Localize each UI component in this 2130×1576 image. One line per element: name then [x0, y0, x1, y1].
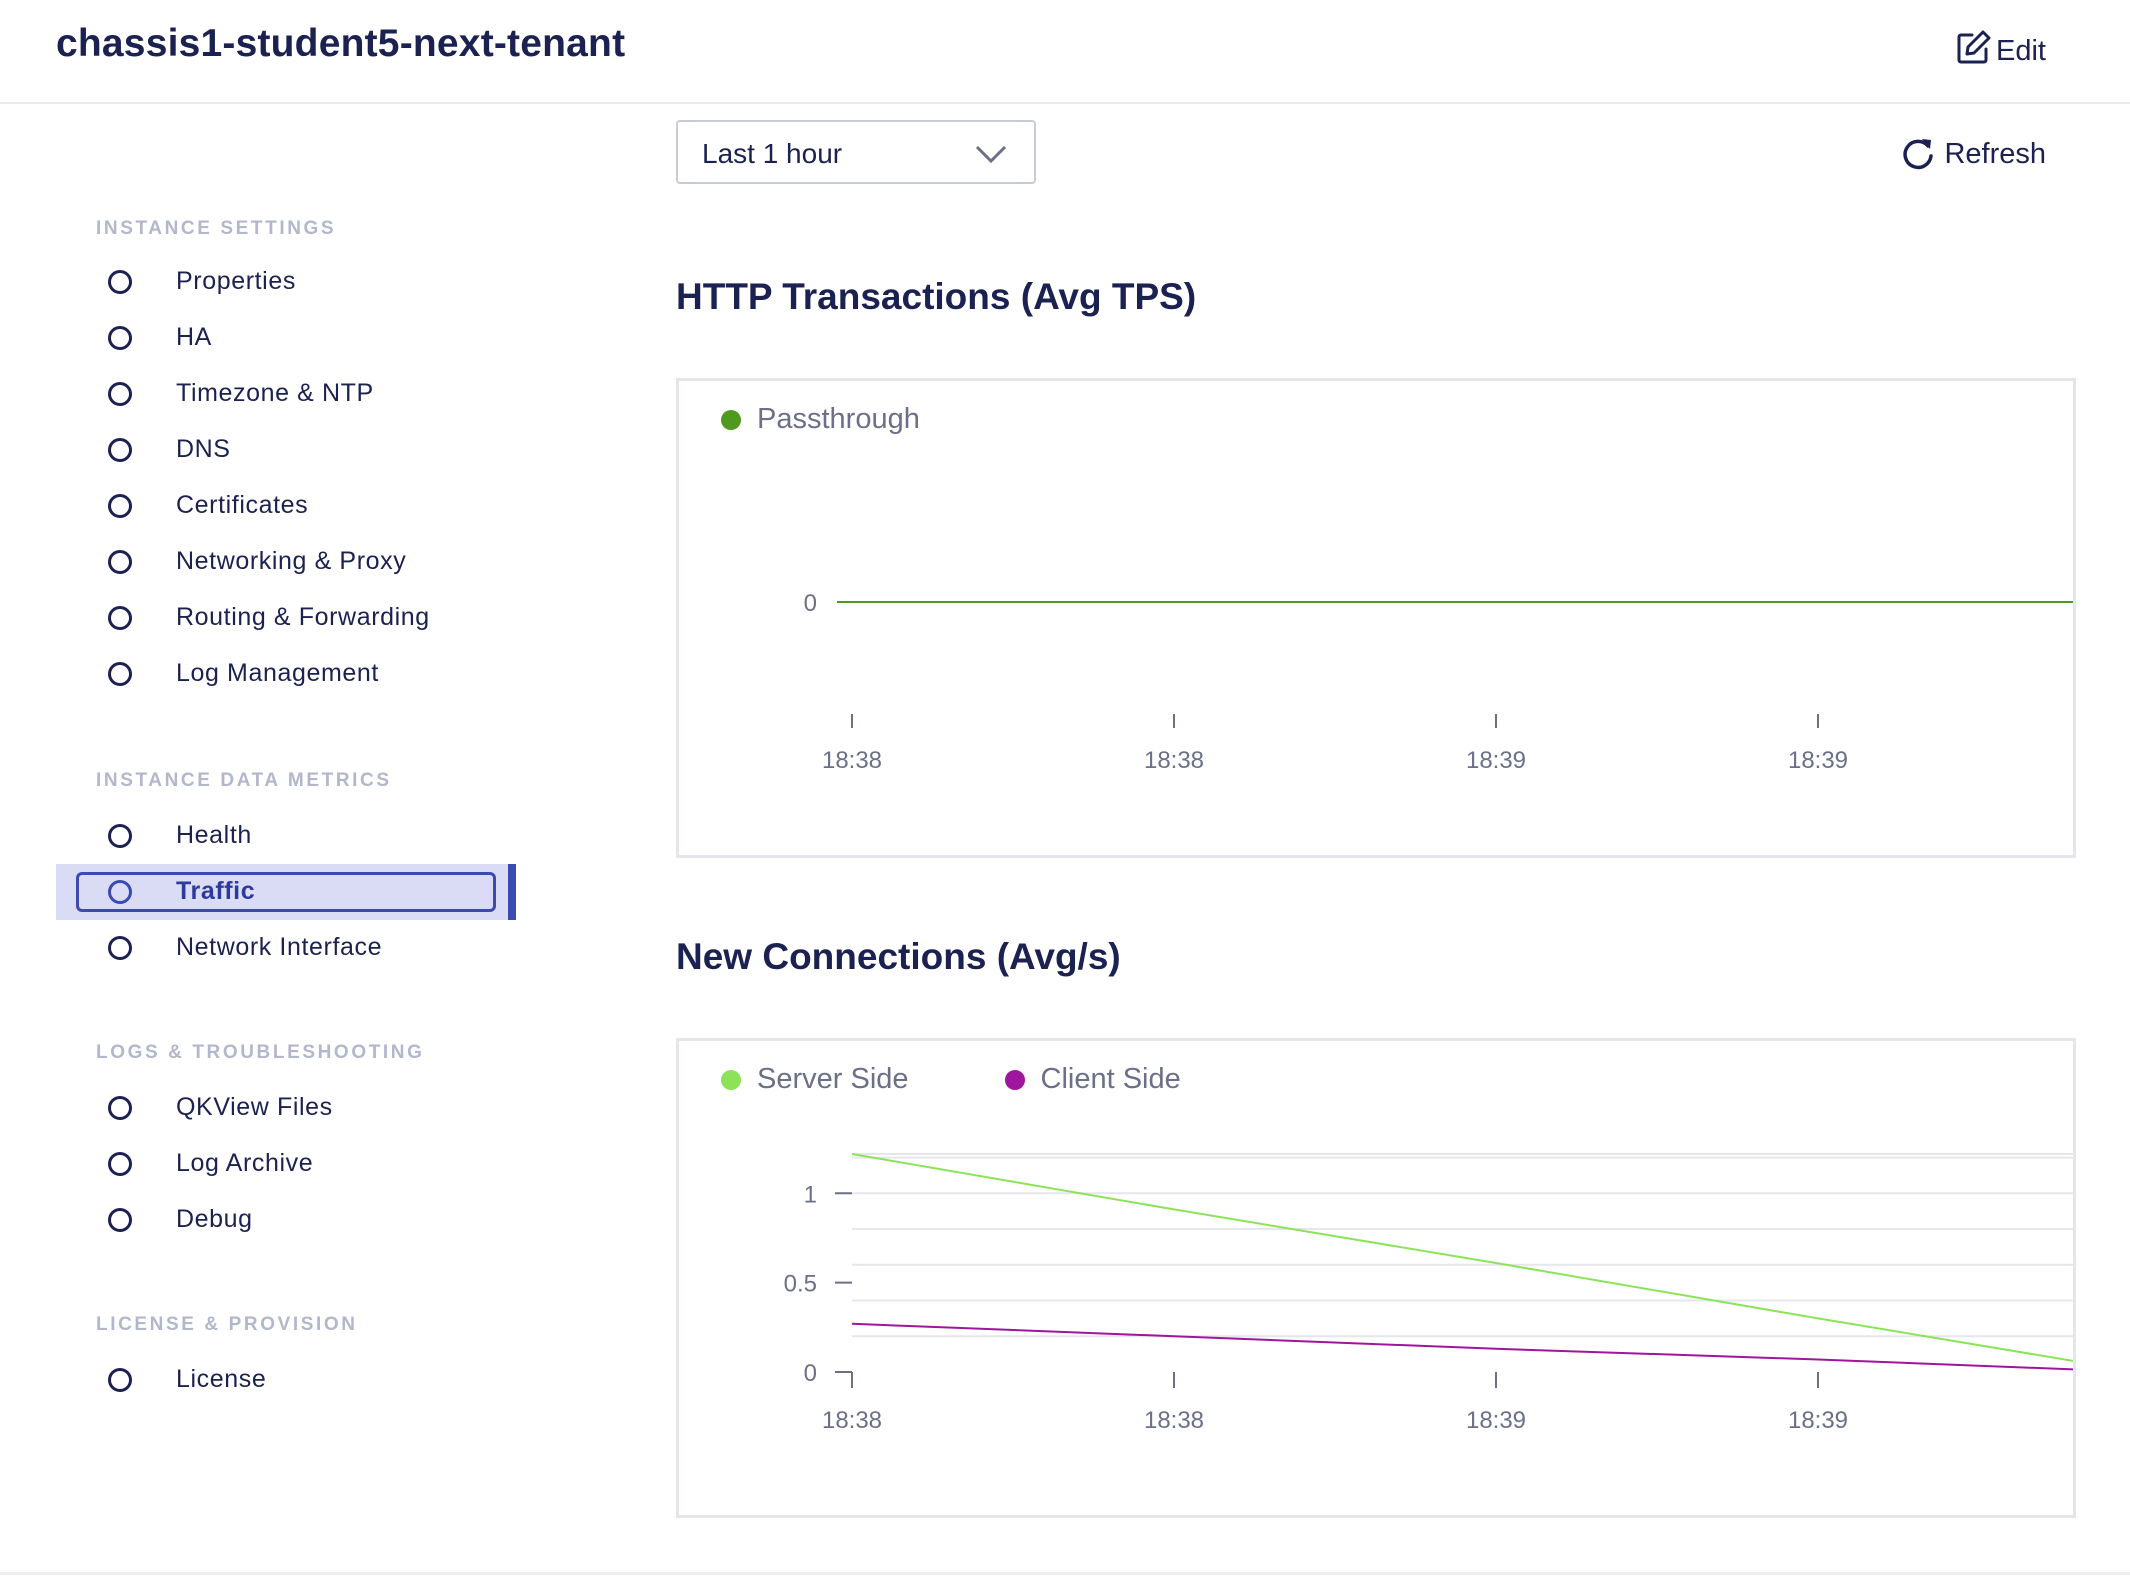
y-tick-label: 1 — [804, 1181, 817, 1208]
sidebar-item-networking-proxy[interactable]: Networking & Proxy — [56, 534, 516, 590]
x-tick-label: 18:38 — [1144, 1407, 1204, 1434]
focus-ring — [76, 872, 496, 912]
sidebar-section-title: LOGS & TROUBLESHOOTING — [96, 1042, 425, 1063]
sidebar-item-label: Certificates — [176, 491, 309, 519]
footer-divider — [0, 1572, 2130, 1575]
radio-circle-icon — [108, 550, 132, 574]
sidebar-item-routing-forwarding[interactable]: Routing & Forwarding — [56, 590, 516, 646]
chart-plot: 00.5118:3818:3818:3918:3918:40 — [784, 1153, 2073, 1434]
x-tick-label: 18:39 — [1788, 747, 1848, 774]
page-title: chassis1-student5-next-tenant — [56, 22, 626, 65]
radio-circle-icon — [108, 1368, 132, 1392]
refresh-button[interactable]: Refresh — [1900, 132, 2046, 176]
y-tick-label: 0 — [804, 1360, 817, 1387]
radio-circle-icon — [108, 494, 132, 518]
app-root: chassis1-student5-next-tenant Edit INSTA… — [0, 0, 2130, 1576]
chart-title-http-transactions: HTTP Transactions (Avg TPS) — [676, 276, 1197, 317]
sidebar-item-license[interactable]: License — [56, 1352, 516, 1408]
edit-label: Edit — [1996, 34, 2046, 67]
page-header: chassis1-student5-next-tenant Edit — [0, 0, 2130, 104]
x-tick-label: 18:39 — [1788, 1407, 1848, 1434]
chart-new-connections: Server Side Client Side 0 0.5 1 18:38 18:38 1… — [676, 1038, 2076, 1518]
sidebar-section-title: INSTANCE SETTINGS — [96, 218, 337, 239]
radio-circle-icon — [108, 824, 132, 848]
chart-plot: 018:3818:3818:3918:3918:40 — [804, 590, 2073, 774]
sidebar-item-qkview-files[interactable]: QKView Files — [56, 1080, 516, 1136]
radio-circle-icon — [108, 326, 132, 350]
sidebar-item-ha[interactable]: HA — [56, 310, 516, 366]
sidebar-item-label: HA — [176, 323, 212, 351]
sidebar-item-label: Network Interface — [176, 933, 383, 961]
refresh-label: Refresh — [1944, 137, 2046, 170]
sidebar-item-label: Traffic — [176, 877, 256, 905]
x-tick-label: 18:39 — [1466, 1407, 1526, 1434]
sidebar-item-network-interface[interactable]: Network Interface — [56, 920, 516, 976]
time-range-select[interactable]: Last 1 hour — [676, 120, 1036, 184]
edit-button[interactable]: Edit — [1954, 26, 2046, 76]
sidebar-item-label: Health — [176, 821, 252, 849]
sidebar-item-dns[interactable]: DNS — [56, 422, 516, 478]
x-tick-label: 18:39 — [1466, 747, 1526, 774]
active-indicator — [508, 864, 516, 920]
chart-http-transactions: Passthrough 018:3818:3818:3918:3918:40 — [676, 378, 2076, 858]
sidebar-item-traffic[interactable]: Traffic — [56, 864, 516, 920]
x-tick-label: 18:38 — [822, 747, 882, 774]
sidebar-section-title: LICENSE & PROVISION — [96, 1314, 358, 1335]
radio-circle-icon — [108, 1096, 132, 1120]
sidebar-item-label: Timezone & NTP — [176, 379, 374, 407]
sidebar-item-properties[interactable]: Properties — [56, 254, 516, 310]
sidebar-item-label: QKView Files — [176, 1093, 333, 1121]
radio-circle-icon — [108, 606, 132, 630]
y-tick-label: 0 — [804, 590, 817, 617]
sidebar-item-label: Networking & Proxy — [176, 547, 407, 575]
sidebar-section-title: INSTANCE DATA METRICS — [96, 770, 392, 791]
chevron-down-icon — [975, 145, 1007, 164]
chart-title-new-connections: New Connections (Avg/s) — [676, 936, 1121, 977]
sidebar-item-label: Log Archive — [176, 1149, 314, 1177]
radio-circle-icon — [108, 936, 132, 960]
refresh-icon — [1903, 139, 1934, 170]
series-line-server-side — [851, 1153, 2073, 1362]
radio-circle-icon — [108, 438, 132, 462]
sidebar-item-label: Routing & Forwarding — [176, 603, 430, 631]
sidebar-item-health[interactable]: Health — [56, 808, 516, 864]
sidebar-item-timezone-ntp[interactable]: Timezone & NTP — [56, 366, 516, 422]
radio-circle-icon — [108, 662, 132, 686]
y-tick-label: 0.5 — [784, 1271, 817, 1298]
radio-circle-icon — [108, 1208, 132, 1232]
sidebar-item-certificates[interactable]: Certificates — [56, 478, 516, 534]
x-tick-label: 18:38 — [1144, 747, 1204, 774]
sidebar-item-label: Debug — [176, 1205, 253, 1233]
sidebar-item-label: DNS — [176, 435, 231, 463]
radio-circle-icon — [108, 382, 132, 406]
sidebar-item-log-management[interactable]: Log Management — [56, 646, 516, 702]
radio-circle-icon — [108, 270, 132, 294]
time-range-value: Last 1 hour — [702, 138, 843, 169]
radio-circle-icon — [108, 880, 132, 904]
sidebar-item-debug[interactable]: Debug — [56, 1192, 516, 1248]
x-tick-label: 18:38 — [822, 1407, 882, 1434]
radio-circle-icon — [108, 1152, 132, 1176]
sidebar-item-label: Log Management — [176, 659, 379, 687]
sidebar-item-label: Properties — [176, 267, 296, 295]
sidebar-item-log-archive[interactable]: Log Archive — [56, 1136, 516, 1192]
edit-icon — [1954, 27, 1994, 75]
sidebar-item-label: License — [176, 1365, 267, 1393]
sidebar-nav: INSTANCE SETTINGS Properties HA Timezone & … — [56, 104, 516, 1544]
